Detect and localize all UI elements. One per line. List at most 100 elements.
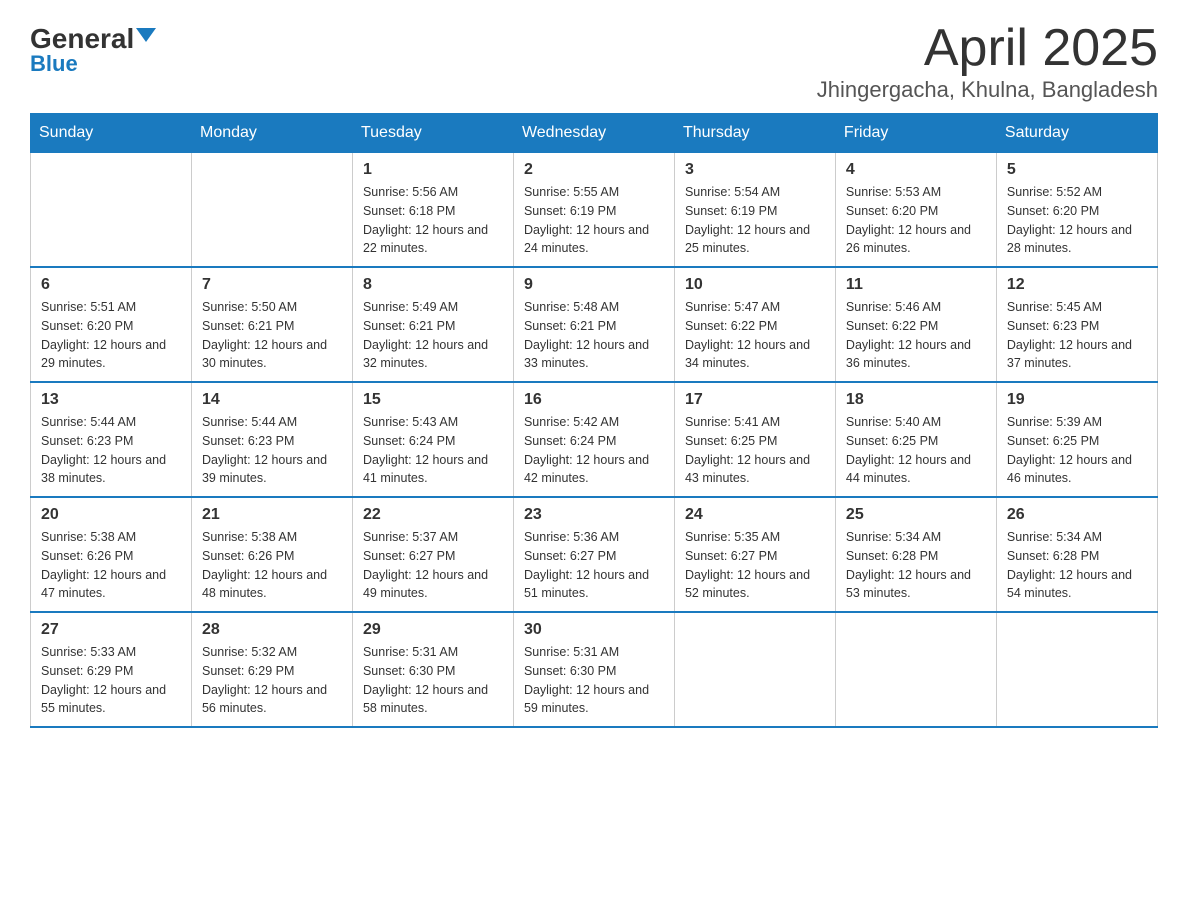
calendar-subtitle: Jhingergacha, Khulna, Bangladesh [817,77,1158,103]
day-info: Sunrise: 5:41 AM Sunset: 6:25 PM Dayligh… [685,413,825,488]
day-number: 18 [846,391,986,409]
calendar-cell [31,153,192,268]
day-number: 7 [202,276,342,294]
calendar-cell [996,612,1157,727]
logo: General Blue [30,20,156,75]
header-friday: Friday [835,114,996,153]
calendar-cell: 7 Sunrise: 5:50 AM Sunset: 6:21 PM Daylig… [191,267,352,382]
calendar-cell: 23Sunrise: 5:36 AM Sunset: 6:27 PM Dayli… [513,497,674,612]
calendar-cell: 3Sunrise: 5:54 AM Sunset: 6:19 PM Daylig… [674,153,835,268]
day-number: 3 [685,161,825,179]
day-info: Sunrise: 5:45 AM Sunset: 6:23 PM Dayligh… [1007,298,1147,373]
header-sunday: Sunday [31,114,192,153]
day-info: Sunrise: 5:55 AM Sunset: 6:19 PM Dayligh… [524,183,664,258]
day-number: 28 [202,621,342,639]
day-info: Sunrise: 5:44 AM Sunset: 6:23 PM Dayligh… [202,413,342,488]
title-block: April 2025 Jhingergacha, Khulna, Banglad… [817,20,1158,103]
calendar-cell: 10Sunrise: 5:47 AM Sunset: 6:22 PM Dayli… [674,267,835,382]
day-info: Sunrise: 5:38 AM Sunset: 6:26 PM Dayligh… [202,528,342,603]
day-info: Sunrise: 5:34 AM Sunset: 6:28 PM Dayligh… [846,528,986,603]
weekday-header-row: Sunday Monday Tuesday Wednesday Thursday… [31,114,1158,153]
day-info: Sunrise: 5:31 AM Sunset: 6:30 PM Dayligh… [363,643,503,718]
day-info: Sunrise: 5:46 AM Sunset: 6:22 PM Dayligh… [846,298,986,373]
day-info: Sunrise: 5:31 AM Sunset: 6:30 PM Dayligh… [524,643,664,718]
day-number: 22 [363,506,503,524]
calendar-week-row: 1 Sunrise: 5:56 AM Sunset: 6:18 PM Daylig… [31,153,1158,268]
calendar-cell: 4 Sunrise: 5:53 AM Sunset: 6:20 PM Daylig… [835,153,996,268]
day-number: 14 [202,391,342,409]
calendar-cell: 6Sunrise: 5:51 AM Sunset: 6:20 PM Daylig… [31,267,192,382]
day-number: 1 [363,161,503,179]
day-number: 19 [1007,391,1147,409]
calendar-cell: 20Sunrise: 5:38 AM Sunset: 6:26 PM Dayli… [31,497,192,612]
calendar-cell [191,153,352,268]
day-number: 24 [685,506,825,524]
day-number: 2 [524,161,664,179]
day-number: 12 [1007,276,1147,294]
header-thursday: Thursday [674,114,835,153]
day-number: 10 [685,276,825,294]
day-number: 16 [524,391,664,409]
day-info: Sunrise: 5:38 AM Sunset: 6:26 PM Dayligh… [41,528,181,603]
calendar-cell: 8 Sunrise: 5:49 AM Sunset: 6:21 PM Daylig… [352,267,513,382]
day-info: Sunrise: 5:32 AM Sunset: 6:29 PM Dayligh… [202,643,342,718]
page-header: General Blue April 2025 Jhingergacha, Kh… [30,20,1158,103]
logo-general: General [30,25,134,53]
calendar-cell [835,612,996,727]
day-info: Sunrise: 5:34 AM Sunset: 6:28 PM Dayligh… [1007,528,1147,603]
day-info: Sunrise: 5:42 AM Sunset: 6:24 PM Dayligh… [524,413,664,488]
header-monday: Monday [191,114,352,153]
calendar-cell: 1 Sunrise: 5:56 AM Sunset: 6:18 PM Daylig… [352,153,513,268]
calendar-cell [674,612,835,727]
day-number: 30 [524,621,664,639]
day-info: Sunrise: 5:53 AM Sunset: 6:20 PM Dayligh… [846,183,986,258]
calendar-week-row: 20Sunrise: 5:38 AM Sunset: 6:26 PM Dayli… [31,497,1158,612]
calendar-cell: 13 Sunrise: 5:44 AM Sunset: 6:23 PM Dayli… [31,382,192,497]
calendar-cell: 21Sunrise: 5:38 AM Sunset: 6:26 PM Dayli… [191,497,352,612]
calendar-cell: 5Sunrise: 5:52 AM Sunset: 6:20 PM Daylig… [996,153,1157,268]
day-number: 13 [41,391,181,409]
day-info: Sunrise: 5:49 AM Sunset: 6:21 PM Dayligh… [363,298,503,373]
day-number: 26 [1007,506,1147,524]
day-number: 17 [685,391,825,409]
day-info: Sunrise: 5:44 AM Sunset: 6:23 PM Dayligh… [41,413,181,488]
calendar-cell: 30 Sunrise: 5:31 AM Sunset: 6:30 PM Dayli… [513,612,674,727]
day-number: 15 [363,391,503,409]
day-info: Sunrise: 5:52 AM Sunset: 6:20 PM Dayligh… [1007,183,1147,258]
day-info: Sunrise: 5:50 AM Sunset: 6:21 PM Dayligh… [202,298,342,373]
day-number: 8 [363,276,503,294]
day-number: 23 [524,506,664,524]
calendar-cell: 22Sunrise: 5:37 AM Sunset: 6:27 PM Dayli… [352,497,513,612]
calendar-week-row: 6Sunrise: 5:51 AM Sunset: 6:20 PM Daylig… [31,267,1158,382]
day-number: 6 [41,276,181,294]
day-number: 4 [846,161,986,179]
calendar-cell: 16 Sunrise: 5:42 AM Sunset: 6:24 PM Dayli… [513,382,674,497]
calendar-title: April 2025 [817,20,1158,77]
calendar-cell: 25Sunrise: 5:34 AM Sunset: 6:28 PM Dayli… [835,497,996,612]
calendar-cell: 14 Sunrise: 5:44 AM Sunset: 6:23 PM Dayli… [191,382,352,497]
calendar-cell: 12 Sunrise: 5:45 AM Sunset: 6:23 PM Dayli… [996,267,1157,382]
calendar-cell: 24 Sunrise: 5:35 AM Sunset: 6:27 PM Dayli… [674,497,835,612]
day-info: Sunrise: 5:43 AM Sunset: 6:24 PM Dayligh… [363,413,503,488]
header-tuesday: Tuesday [352,114,513,153]
calendar-cell: 15 Sunrise: 5:43 AM Sunset: 6:24 PM Dayli… [352,382,513,497]
calendar-cell: 11Sunrise: 5:46 AM Sunset: 6:22 PM Dayli… [835,267,996,382]
header-wednesday: Wednesday [513,114,674,153]
calendar-table: Sunday Monday Tuesday Wednesday Thursday… [30,113,1158,728]
day-number: 9 [524,276,664,294]
header-saturday: Saturday [996,114,1157,153]
calendar-cell: 29 Sunrise: 5:31 AM Sunset: 6:30 PM Dayli… [352,612,513,727]
day-info: Sunrise: 5:40 AM Sunset: 6:25 PM Dayligh… [846,413,986,488]
day-info: Sunrise: 5:33 AM Sunset: 6:29 PM Dayligh… [41,643,181,718]
calendar-cell: 19Sunrise: 5:39 AM Sunset: 6:25 PM Dayli… [996,382,1157,497]
calendar-cell: 28 Sunrise: 5:32 AM Sunset: 6:29 PM Dayli… [191,612,352,727]
day-info: Sunrise: 5:35 AM Sunset: 6:27 PM Dayligh… [685,528,825,603]
calendar-cell: 9 Sunrise: 5:48 AM Sunset: 6:21 PM Daylig… [513,267,674,382]
calendar-week-row: 27Sunrise: 5:33 AM Sunset: 6:29 PM Dayli… [31,612,1158,727]
calendar-week-row: 13 Sunrise: 5:44 AM Sunset: 6:23 PM Dayli… [31,382,1158,497]
day-info: Sunrise: 5:48 AM Sunset: 6:21 PM Dayligh… [524,298,664,373]
calendar-cell: 2 Sunrise: 5:55 AM Sunset: 6:19 PM Daylig… [513,153,674,268]
day-number: 29 [363,621,503,639]
day-info: Sunrise: 5:56 AM Sunset: 6:18 PM Dayligh… [363,183,503,258]
calendar-cell: 27Sunrise: 5:33 AM Sunset: 6:29 PM Dayli… [31,612,192,727]
